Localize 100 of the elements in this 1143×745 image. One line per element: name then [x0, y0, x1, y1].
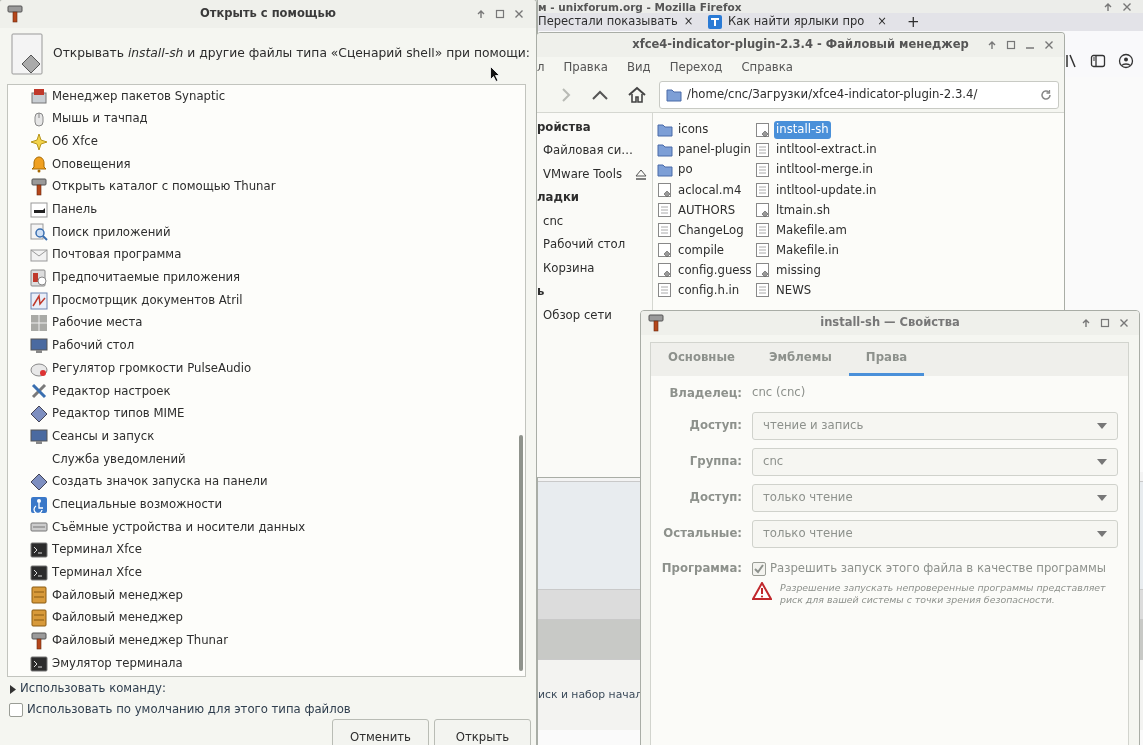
app-list-item[interactable]: Регулятор громкости PulseAudio	[8, 357, 525, 380]
app-list-item[interactable]: Об Xfce	[8, 130, 525, 154]
up-arrow-icon[interactable]	[1081, 318, 1091, 328]
terminal-icon	[30, 563, 48, 582]
sidebar-item[interactable]: cnc	[543, 212, 564, 231]
app-list-item[interactable]: Предпочитаемые приложения	[8, 266, 525, 290]
app-list-item[interactable]: Служба уведомлений	[8, 448, 525, 471]
window-title: install-sh — Свойства	[820, 314, 960, 332]
script-file-icon	[755, 202, 771, 218]
app-list-item[interactable]: Просмотрщик документов Atril	[8, 289, 525, 312]
close-icon[interactable]	[1119, 318, 1129, 328]
up-arrow-icon[interactable]	[1103, 1, 1113, 12]
app-list-item[interactable]: Мышь и тачпад	[8, 107, 525, 131]
app-list-item[interactable]: Открыть каталог с помощью Thunar	[8, 175, 525, 199]
app-list-item[interactable]: Оповещения	[8, 153, 525, 176]
warning-icon	[752, 581, 772, 600]
menu-item[interactable]: Правка	[563, 58, 608, 77]
checkbox-label: Использовать по умолчанию для этого типа файлов	[27, 701, 351, 719]
file-item[interactable]: icons	[676, 121, 711, 139]
expander[interactable]: Использовать команду:	[10, 679, 166, 699]
file-item[interactable]: ltmain.sh	[774, 201, 833, 220]
tab-close-button[interactable]: ×	[877, 13, 887, 31]
reload-icon[interactable]	[1040, 89, 1052, 101]
app-list-item[interactable]: Почтовая программа	[8, 243, 525, 267]
app-list-item[interactable]: Терминал Xfce	[8, 561, 525, 585]
file-item[interactable]: config.h.in	[676, 282, 742, 300]
sidebar-item[interactable]: Рабочий стол	[543, 236, 626, 254]
close-icon[interactable]	[514, 9, 524, 19]
close-icon[interactable]	[1122, 1, 1132, 12]
maximize-icon[interactable]	[495, 9, 505, 19]
maximize-icon[interactable]	[1100, 318, 1110, 328]
browser-tab[interactable]: Как найти ярлыки про ×	[700, 13, 895, 31]
star-icon	[30, 132, 48, 151]
up-arrow-icon[interactable]	[987, 40, 997, 50]
tab-close-button[interactable]: ×	[683, 13, 694, 31]
menu-item[interactable]: л	[537, 58, 545, 77]
sidebar-item[interactable]: VMware Tools	[543, 165, 623, 184]
file-item[interactable]: intltool-extract.in	[774, 141, 879, 159]
new-tab-button[interactable]: +	[899, 13, 928, 31]
favicon-icon	[708, 15, 722, 29]
app-list-item[interactable]: Съёмные устройства и носители данных	[8, 516, 525, 539]
maximize-icon[interactable]	[1006, 40, 1016, 50]
caret-icon	[1097, 531, 1107, 537]
app-list-item[interactable]: Редактор настроек	[8, 379, 525, 403]
file-item[interactable]: missing	[774, 261, 823, 280]
app-list-item[interactable]: Эмулятор терминала	[8, 652, 525, 675]
home-icon[interactable]	[627, 86, 647, 104]
file-item[interactable]: ChangeLog	[676, 221, 746, 240]
text-file-icon	[657, 223, 673, 238]
file-item[interactable]: po	[676, 161, 695, 179]
file-item[interactable]: NEWS	[774, 282, 814, 300]
dialog-button[interactable]: Отменить	[332, 719, 429, 745]
file-item[interactable]: config.guess	[676, 261, 754, 280]
eject-icon[interactable]	[634, 167, 648, 182]
app-list-item[interactable]: Рабочий стол	[8, 334, 525, 358]
sidebar-icon[interactable]	[1090, 53, 1106, 69]
file-item[interactable]: Makefile.in	[774, 241, 841, 260]
account-icon[interactable]	[1118, 53, 1134, 69]
app-list-item[interactable]: Файловый менеджер	[8, 584, 525, 607]
file-item[interactable]: panel-plugin	[676, 141, 753, 159]
app-icon	[30, 268, 48, 287]
app-list-item[interactable]: Редактор типов MIME	[8, 402, 525, 426]
sidebar-item[interactable]: Обзор сети	[543, 306, 612, 325]
sidebar-item[interactable]: Корзина	[543, 259, 595, 278]
checkbox[interactable]	[9, 703, 23, 717]
text-file-icon	[755, 182, 771, 198]
app-list-item[interactable]: Файловый менеджер Thunar	[8, 629, 525, 653]
browser-tab[interactable]: Перестали показывать ×	[538, 13, 696, 31]
file-item[interactable]: intltool-merge.in	[774, 161, 875, 179]
caret-icon	[1097, 459, 1107, 465]
folder-icon	[657, 162, 673, 178]
caret-icon	[1097, 423, 1107, 429]
app-list-item[interactable]: Менеджер пакетов Synaptic	[8, 85, 525, 108]
tab-title: Как найти ярлыки про	[728, 13, 866, 31]
app-list-item[interactable]: Специальные возможности	[8, 493, 525, 517]
dialog-button[interactable]: Открыть	[434, 719, 531, 745]
close-icon[interactable]	[1044, 40, 1054, 50]
app-list-item[interactable]: Файловый менеджер	[8, 606, 525, 630]
file-item[interactable]: AUTHORS	[676, 201, 738, 220]
file-item[interactable]: aclocal.m4	[676, 181, 744, 200]
file-item[interactable]: compile	[676, 241, 727, 260]
app-list-item[interactable]: Сеансы и запуск	[8, 425, 525, 448]
scrollbar-thumb[interactable]	[519, 435, 523, 671]
file-item[interactable]: Makefile.am	[774, 221, 849, 240]
file-item[interactable]: intltool-update.in	[774, 181, 879, 200]
up-arrow-icon[interactable]	[476, 9, 486, 19]
menu-item[interactable]: Вид	[626, 58, 651, 77]
app-list-item[interactable]: Поиск приложений	[8, 221, 525, 244]
diamond-icon	[30, 473, 48, 492]
tools-icon	[30, 382, 48, 401]
app-list-item[interactable]: Создать значок запуска на панели	[8, 470, 525, 494]
path-field[interactable]: /home/cnc/Загрузки/xfce4-indicator-plugin-2.3.4/	[659, 81, 1059, 109]
menu-item[interactable]: Справка	[741, 58, 793, 77]
app-list-item[interactable]: Рабочие места	[8, 311, 525, 335]
app-list-item[interactable]: Панель	[8, 198, 525, 222]
app-list-item[interactable]: Терминал Xfce	[8, 538, 525, 562]
checkbox-label: Разрешить запуск этого файла в качестве программы	[770, 560, 1107, 577]
sidebar-item[interactable]: Файловая си…	[543, 142, 633, 160]
envelope-icon	[30, 246, 48, 265]
menu-item[interactable]: Переход	[669, 58, 723, 77]
